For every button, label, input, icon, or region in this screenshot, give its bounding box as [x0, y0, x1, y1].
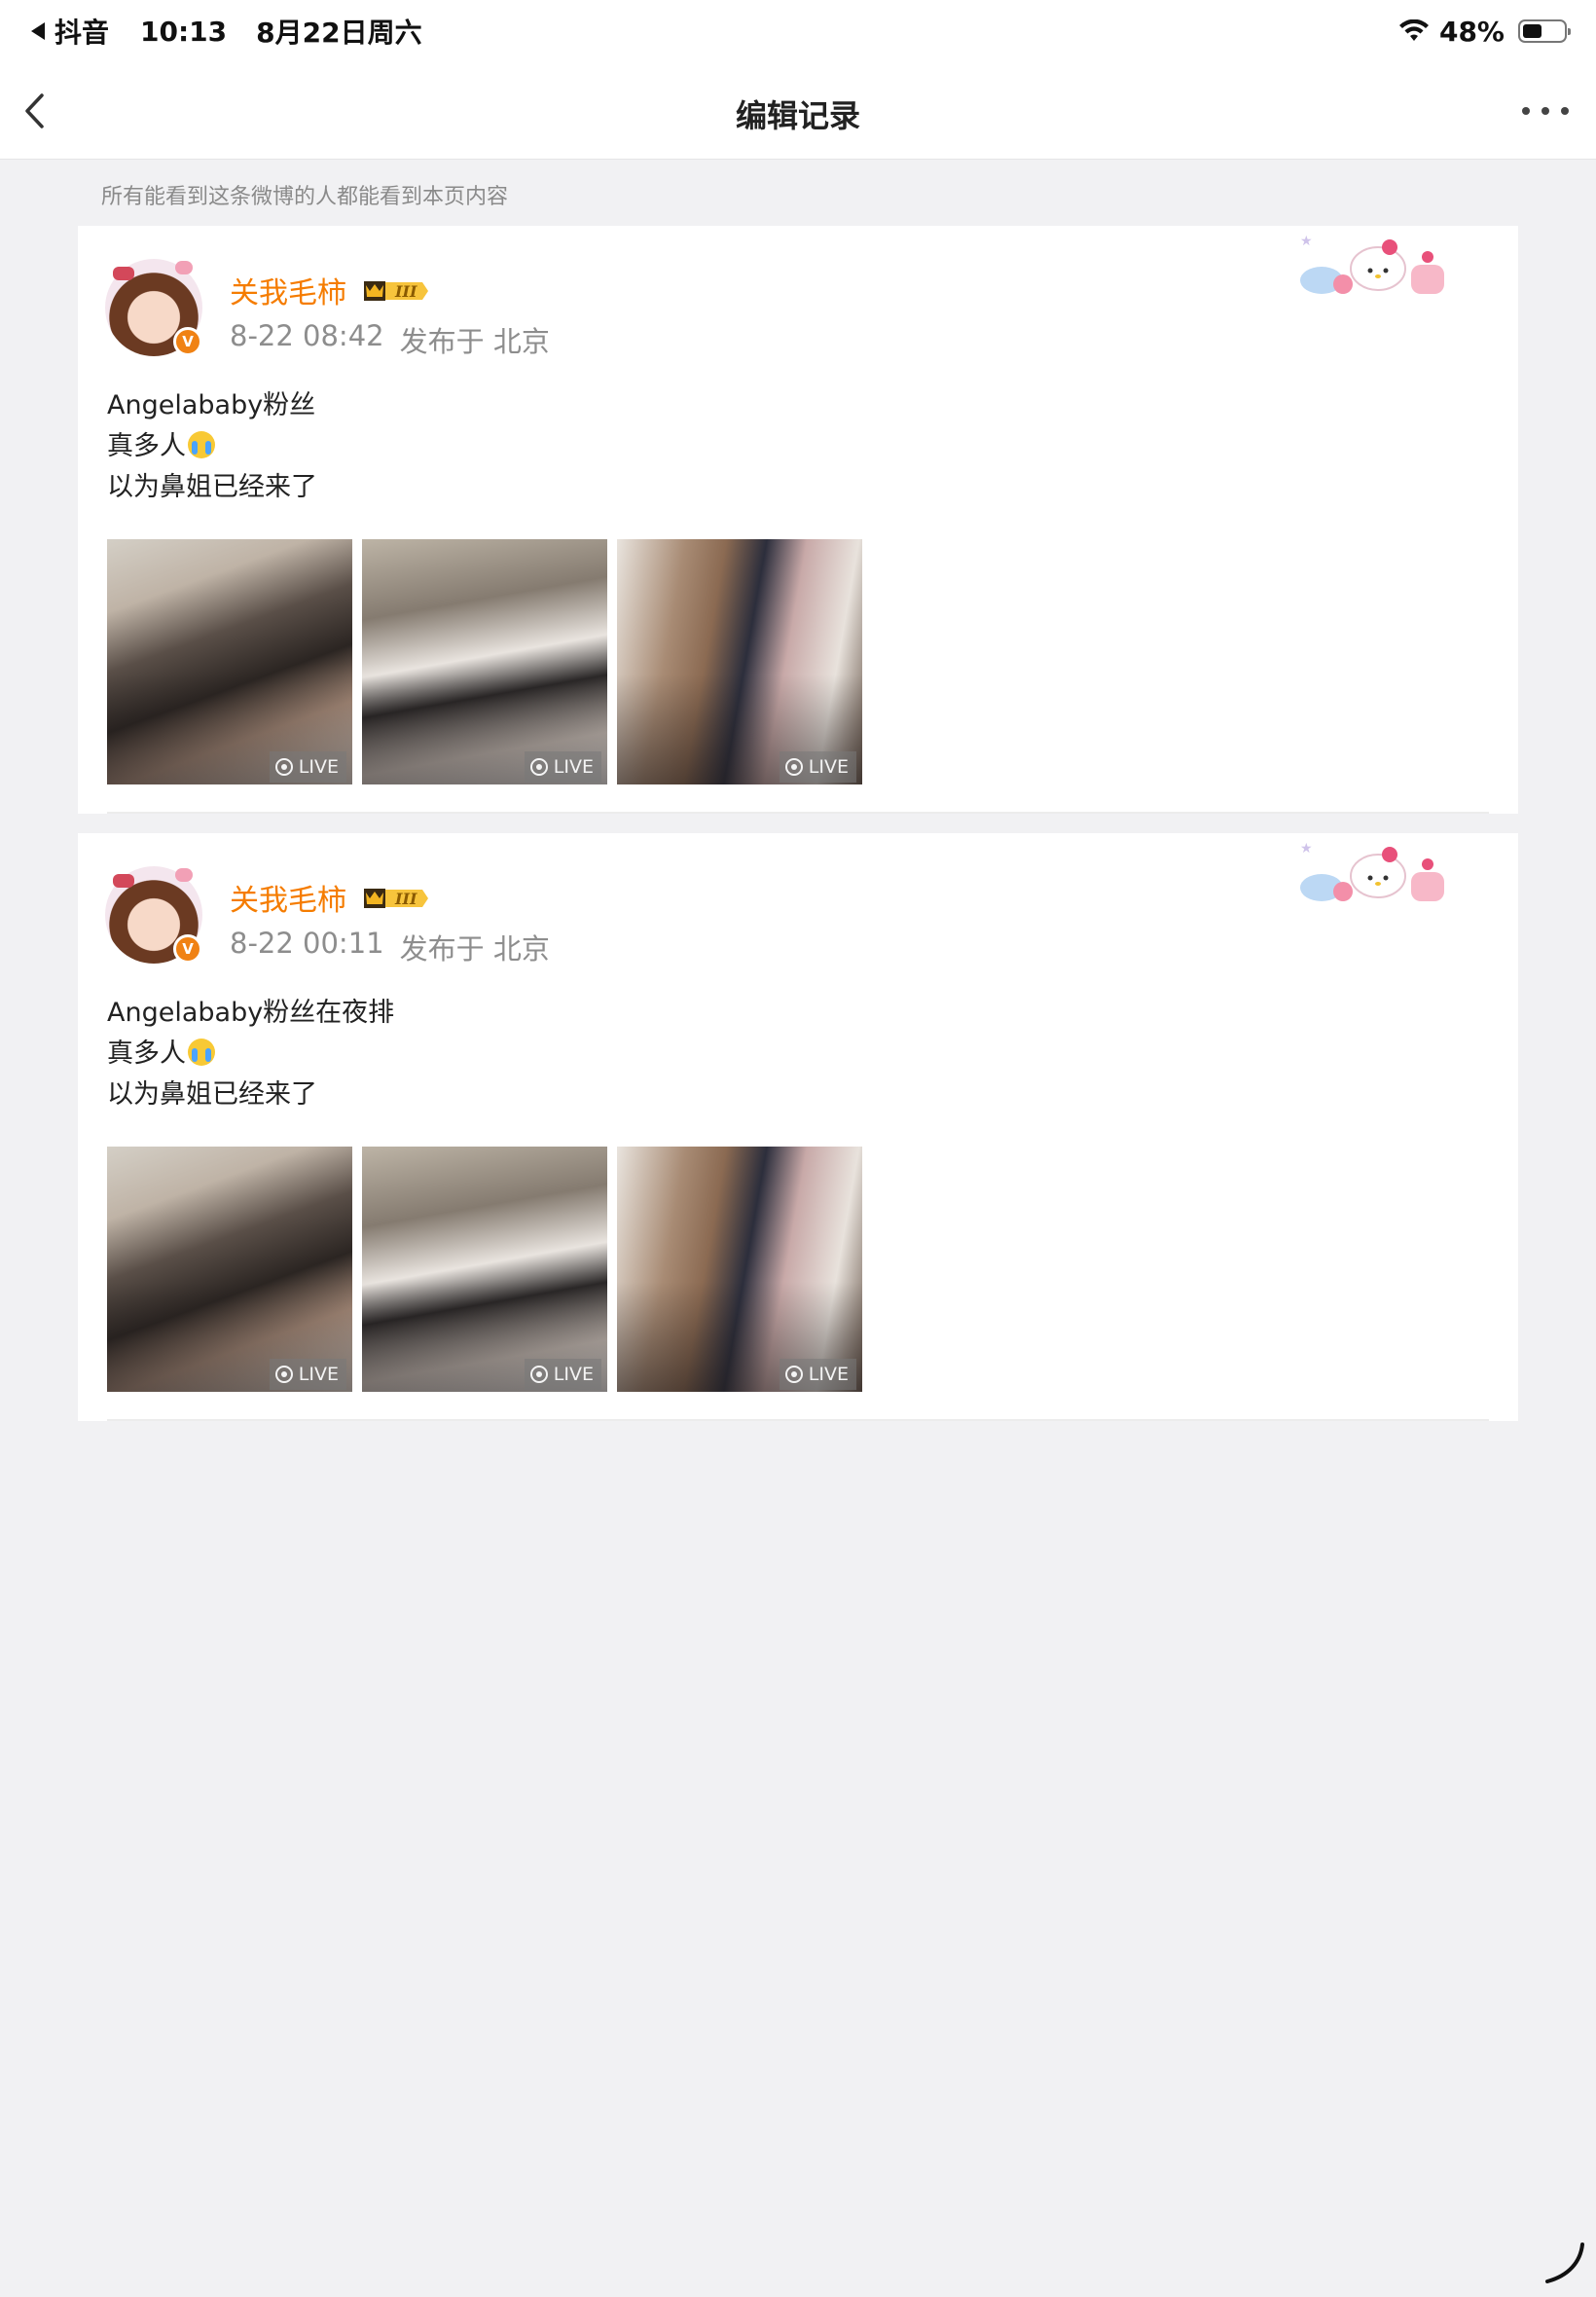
photo-grid: LIVE LIVE LIVE	[107, 1147, 862, 1392]
live-badge: LIVE	[779, 751, 856, 783]
status-left: 抖音 10:13 8月22日周六	[31, 14, 422, 49]
photo-grid: LIVE LIVE LIVE	[107, 539, 862, 784]
live-photo-icon	[784, 758, 803, 776]
live-badge: LIVE	[524, 751, 601, 783]
post-time: 8-22 00:11	[230, 927, 384, 960]
back-to-app-label[interactable]: 抖音	[54, 12, 109, 51]
visibility-notice: 所有能看到这条微博的人都能看到本页内容	[101, 185, 509, 209]
live-photo[interactable]: LIVE	[617, 539, 862, 784]
avatar-decoration	[175, 868, 193, 882]
live-label: LIVE	[808, 1364, 849, 1385]
post-location: 发布于 北京	[399, 932, 550, 966]
post-line: Angelababy粉丝在夜排	[107, 998, 395, 1028]
post-line-with-emoji: 真多人	[107, 426, 317, 467]
vip-level-badge-icon[interactable]: III	[356, 275, 430, 305]
live-label: LIVE	[298, 1364, 339, 1385]
post-line: 真多人	[107, 431, 186, 461]
post-text: Angelababy粉丝在夜排 真多人 以为鼻姐已经来了	[107, 993, 394, 1115]
crying-emoji-icon	[188, 431, 215, 458]
live-photo-icon	[529, 758, 548, 776]
live-photo-icon	[784, 1366, 803, 1383]
user-row: 关我毛柿 III	[230, 269, 430, 311]
username[interactable]: 关我毛柿	[230, 269, 346, 311]
live-badge: LIVE	[269, 1359, 346, 1390]
live-photo-icon	[529, 1366, 548, 1383]
dot	[1561, 107, 1569, 115]
live-photo[interactable]: LIVE	[107, 539, 352, 784]
live-photo[interactable]: LIVE	[617, 1147, 862, 1392]
avatar-bow	[113, 267, 134, 280]
status-bar: 抖音 10:13 8月22日周六 48%	[0, 0, 1596, 62]
live-label: LIVE	[298, 756, 339, 778]
live-label: LIVE	[553, 1364, 594, 1385]
post-line: 以为鼻姐已经来了	[107, 472, 317, 502]
more-dots-icon[interactable]	[1522, 99, 1569, 123]
live-photo[interactable]: LIVE	[362, 539, 607, 784]
battery-percent: 48%	[1438, 15, 1505, 48]
post-location: 发布于 北京	[399, 325, 550, 358]
vip-level-badge-icon[interactable]: III	[356, 883, 430, 912]
post-line: 真多人	[107, 1039, 186, 1069]
post-meta: 8-22 08:42 发布于 北京	[230, 319, 550, 360]
live-photo-icon	[274, 758, 293, 776]
live-photo[interactable]: LIVE	[362, 1147, 607, 1392]
svg-text:III: III	[394, 890, 417, 908]
edit-record-card: ★ V 关我毛柿 III 8-22 08:42 发布于 北京 Angelabab…	[78, 226, 1518, 814]
user-row: 关我毛柿 III	[230, 876, 430, 919]
post-line-with-emoji: 真多人	[107, 1034, 394, 1075]
svg-text:★: ★	[1300, 234, 1313, 249]
avatar[interactable]: V	[105, 866, 202, 964]
dot	[1522, 107, 1530, 115]
battery-icon	[1518, 19, 1571, 43]
hello-kitty-sticker-icon: ★	[1300, 234, 1444, 294]
live-badge: LIVE	[269, 751, 346, 783]
username[interactable]: 关我毛柿	[230, 876, 346, 919]
live-badge: LIVE	[524, 1359, 601, 1390]
page-title: 编辑记录	[735, 97, 860, 134]
live-label: LIVE	[808, 756, 849, 778]
status-right: 48%	[1398, 14, 1571, 49]
verified-badge-icon: V	[173, 934, 202, 964]
crying-emoji-icon	[188, 1039, 215, 1066]
dot	[1542, 107, 1549, 115]
post-line: Angelababy粉丝	[107, 390, 316, 420]
live-badge: LIVE	[779, 1359, 856, 1390]
scroll-indicator-icon	[1545, 2242, 1584, 2283]
live-photo[interactable]: LIVE	[107, 1147, 352, 1392]
status-time: 10:13	[140, 15, 228, 48]
post-text: Angelababy粉丝 真多人 以为鼻姐已经来了	[107, 385, 317, 508]
back-to-app-icon[interactable]	[31, 22, 45, 40]
verified-badge-icon: V	[173, 327, 202, 356]
post-meta: 8-22 00:11 发布于 北京	[230, 927, 550, 967]
svg-text:★: ★	[1300, 841, 1313, 857]
avatar[interactable]: V	[105, 259, 202, 356]
svg-text:III: III	[394, 282, 417, 301]
nav-bar: 编辑记录	[0, 62, 1596, 160]
live-photo-icon	[274, 1366, 293, 1383]
status-date: 8月22日周六	[256, 17, 422, 49]
edit-record-card: ★ V 关我毛柿 III 8-22 00:11 发布于 北京 Angelabab…	[78, 833, 1518, 1421]
divider	[107, 1419, 1489, 1421]
battery-fill	[1523, 24, 1542, 38]
avatar-decoration	[175, 261, 193, 274]
avatar-bow	[113, 874, 134, 888]
divider	[107, 812, 1489, 814]
post-time: 8-22 08:42	[230, 319, 384, 352]
wifi-icon	[1398, 19, 1429, 41]
post-line: 以为鼻姐已经来了	[107, 1079, 317, 1110]
hello-kitty-sticker-icon: ★	[1300, 841, 1444, 901]
live-label: LIVE	[553, 756, 594, 778]
